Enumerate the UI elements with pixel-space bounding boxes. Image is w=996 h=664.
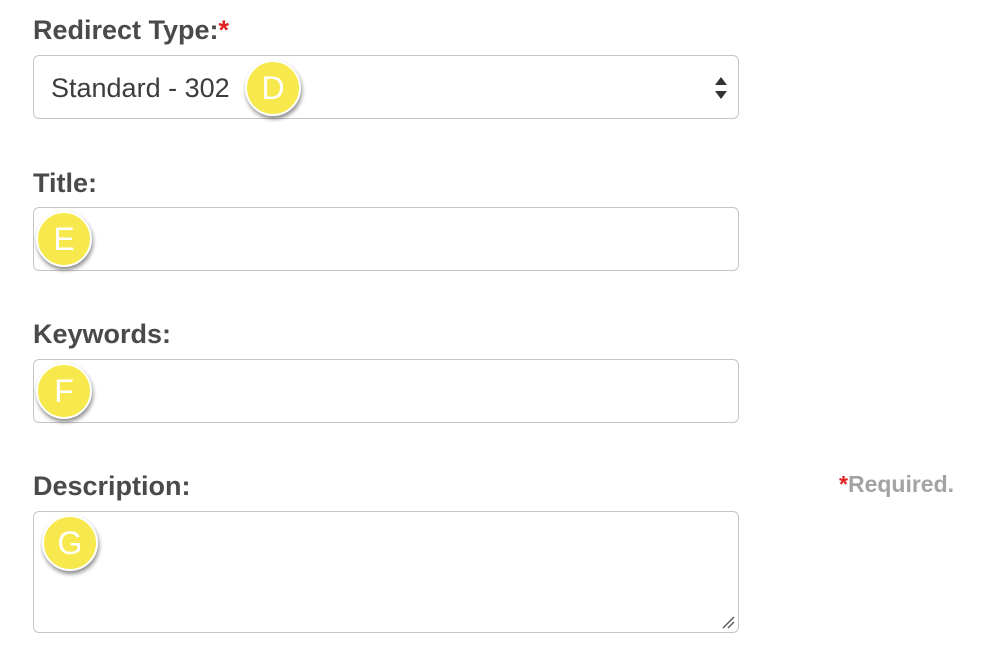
annotation-marker-e: E: [36, 211, 92, 267]
description-textarea[interactable]: [33, 511, 739, 633]
annotation-marker-g: G: [42, 515, 98, 571]
resize-grip-icon[interactable]: [721, 615, 735, 629]
title-label: Title:: [33, 168, 98, 198]
annotation-marker-f: F: [36, 363, 92, 419]
redirect-type-label-text: Redirect Type:: [33, 15, 219, 45]
redirect-type-selected-value: Standard - 302: [51, 73, 230, 103]
keywords-input[interactable]: [33, 359, 739, 423]
required-note: *Required.: [839, 470, 954, 498]
redirect-type-label: Redirect Type:*: [33, 14, 229, 46]
redirect-form: Redirect Type:* Standard - 302 Title: Ke…: [0, 0, 996, 664]
annotation-marker-d: D: [245, 60, 301, 116]
required-note-asterisk: *: [839, 471, 848, 497]
required-asterisk: *: [218, 15, 230, 45]
select-updown-arrows-icon: [715, 77, 727, 99]
title-input[interactable]: [33, 207, 739, 271]
required-note-text: Required.: [847, 471, 955, 497]
description-label: Description:: [33, 471, 191, 501]
redirect-type-select[interactable]: Standard - 302: [33, 55, 739, 119]
keywords-label: Keywords:: [33, 319, 172, 349]
